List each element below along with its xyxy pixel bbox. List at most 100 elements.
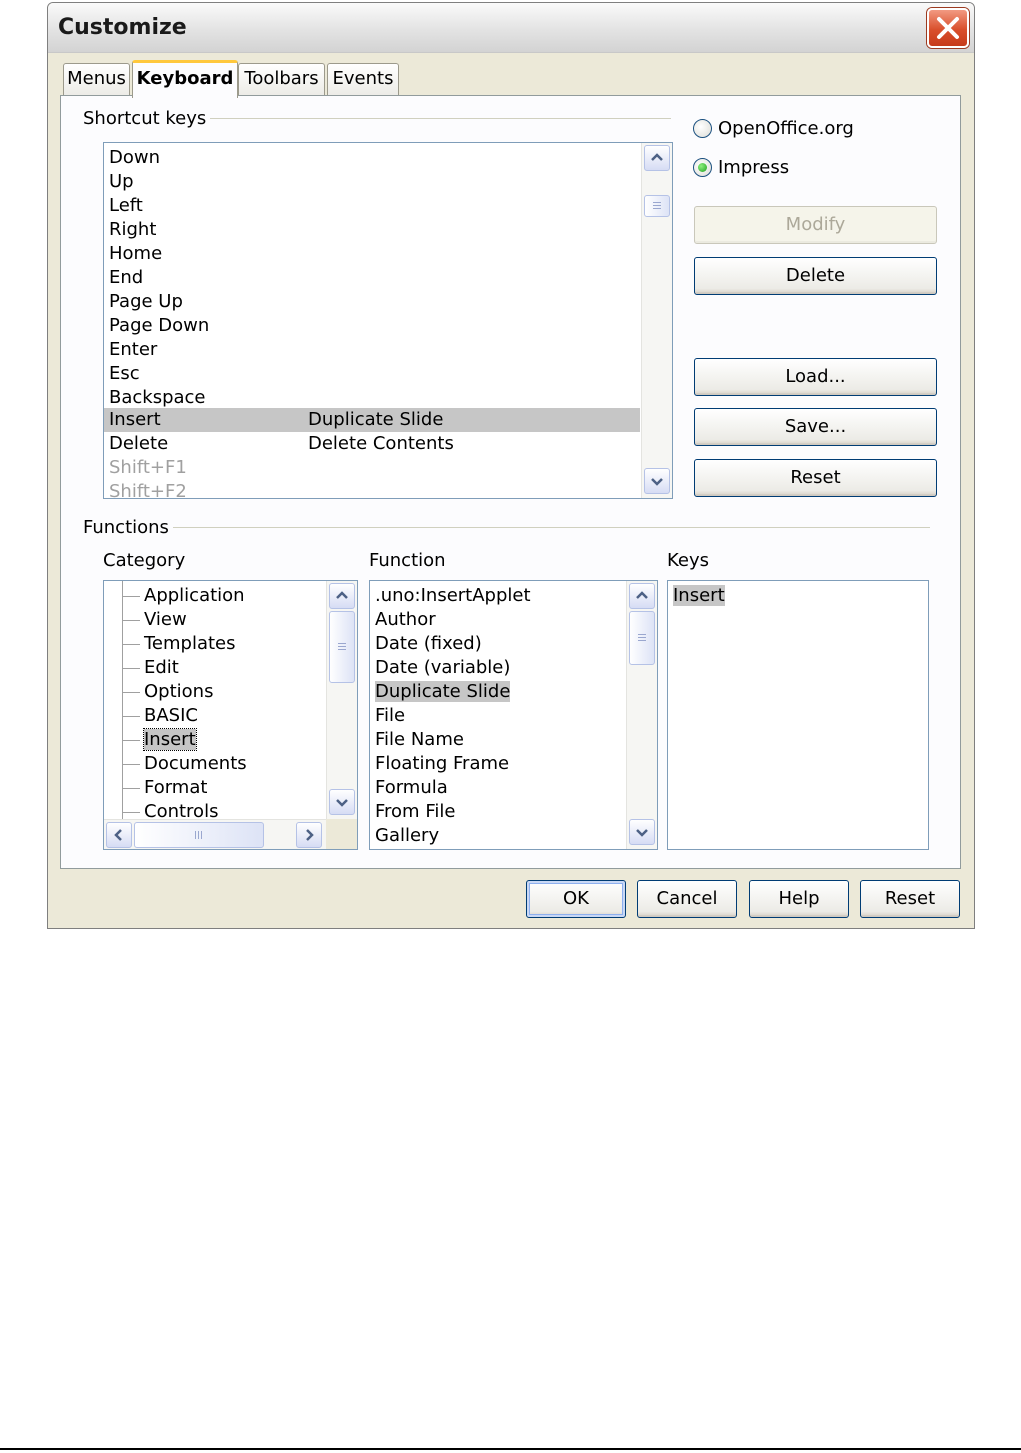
function-item[interactable]: From File	[375, 800, 455, 824]
category-item[interactable]: Options	[144, 680, 213, 704]
chevron-down-icon	[336, 799, 348, 807]
function-scrollbar[interactable]	[626, 581, 657, 849]
reset-button[interactable]: Reset	[860, 880, 960, 918]
title-bar: Customize	[48, 3, 974, 53]
scroll-up-button[interactable]	[644, 145, 670, 171]
impress-radio-label: Impress	[718, 157, 790, 178]
openoffice-radio[interactable]	[693, 119, 712, 138]
chevron-down-icon	[636, 829, 648, 837]
chevron-up-icon	[651, 153, 663, 161]
shortcut-row[interactable]: Home	[104, 242, 640, 266]
category-label: Category	[103, 550, 186, 571]
scroll-thumb[interactable]	[629, 611, 655, 665]
customize-dialog: Customize Menus Keyboard Toolbars Events…	[47, 2, 975, 929]
shortcut-row[interactable]: Delete Delete Contents	[104, 432, 640, 456]
category-hscrollbar[interactable]	[104, 819, 326, 849]
chevron-right-icon	[306, 829, 314, 841]
scroll-up-button[interactable]	[629, 583, 655, 609]
shortcut-function: Duplicate Slide	[308, 409, 444, 430]
category-item[interactable]: Application	[144, 584, 245, 608]
category-item[interactable]: Format	[144, 776, 207, 800]
shortcut-row[interactable]: Backspace	[104, 386, 640, 410]
function-item[interactable]: Date (fixed)	[375, 632, 482, 656]
shortcut-row[interactable]: End	[104, 266, 640, 290]
impress-radio[interactable]	[693, 158, 712, 177]
function-list[interactable]: .uno:InsertApplet Author Date (fixed) Da…	[369, 580, 658, 850]
shortcut-keys-scrollbar[interactable]	[641, 143, 672, 498]
category-tree[interactable]: Application View Templates Edit Options …	[103, 580, 358, 850]
help-button[interactable]: Help	[749, 880, 849, 918]
keyboard-tab-panel: Shortcut keys Down Up Left Right Home En…	[60, 95, 961, 869]
shortcut-key: Right	[109, 219, 157, 240]
shortcut-row[interactable]: Shift+F2	[104, 480, 640, 499]
shortcut-row[interactable]: Page Up	[104, 290, 640, 314]
category-item[interactable]: View	[144, 608, 187, 632]
category-scrollbar[interactable]	[326, 581, 357, 819]
tab-keyboard[interactable]: Keyboard	[132, 60, 238, 98]
scroll-down-button[interactable]	[629, 819, 655, 845]
shortcut-row[interactable]: Left	[104, 194, 640, 218]
chevron-left-icon	[114, 829, 122, 841]
shortcut-key: Insert	[109, 409, 161, 430]
shortcut-key: Esc	[109, 363, 140, 384]
modify-button[interactable]: Modify	[694, 206, 937, 244]
scroll-thumb[interactable]	[329, 611, 355, 683]
shortcut-key: End	[109, 267, 144, 288]
shortcut-key: Home	[109, 243, 163, 264]
chevron-up-icon	[636, 591, 648, 599]
shortcut-row[interactable]: Enter	[104, 338, 640, 362]
load-button[interactable]: Load...	[694, 358, 937, 396]
category-item[interactable]: Documents	[144, 752, 247, 776]
dialog-title: Customize	[58, 15, 187, 40]
shortcut-row[interactable]: Down	[104, 146, 640, 170]
save-button[interactable]: Save...	[694, 408, 937, 446]
functions-divider	[173, 527, 930, 528]
function-item[interactable]: File Name	[375, 728, 464, 752]
shortcut-keys-list[interactable]: Down Up Left Right Home End Page Up Page…	[103, 142, 673, 499]
category-item[interactable]: BASIC	[144, 704, 198, 728]
shortcut-row[interactable]: Page Down	[104, 314, 640, 338]
shortcut-key: Backspace	[109, 387, 206, 408]
shortcut-key: Enter	[109, 339, 158, 360]
function-item[interactable]: Date (variable)	[375, 656, 510, 680]
shortcut-key: Down	[109, 147, 161, 168]
shortcut-row[interactable]: Esc	[104, 362, 640, 386]
functions-label: Functions	[83, 517, 173, 538]
category-item-selected[interactable]: Insert	[143, 728, 197, 752]
tab-events[interactable]: Events	[327, 63, 399, 96]
scroll-down-button[interactable]	[329, 789, 355, 815]
function-item[interactable]: Author	[375, 608, 436, 632]
shortcut-row[interactable]: Right	[104, 218, 640, 242]
scroll-right-button[interactable]	[296, 822, 322, 848]
function-item[interactable]: File	[375, 704, 405, 728]
shortcut-row-selected[interactable]: Insert Duplicate Slide	[104, 408, 640, 432]
keys-item[interactable]: Insert	[673, 584, 725, 608]
function-item[interactable]: Floating Frame	[375, 752, 509, 776]
reset-keys-button[interactable]: Reset	[694, 459, 937, 497]
scroll-thumb[interactable]	[134, 822, 264, 848]
shortcut-row[interactable]: Up	[104, 170, 640, 194]
function-label: Function	[369, 550, 446, 571]
ok-button[interactable]: OK	[526, 880, 626, 918]
keys-label: Keys	[667, 550, 710, 571]
tab-toolbars[interactable]: Toolbars	[238, 63, 325, 96]
keys-list[interactable]: Insert	[667, 580, 929, 850]
shortcut-row[interactable]: Shift+F1	[104, 456, 640, 480]
delete-button[interactable]: Delete	[694, 257, 937, 295]
scroll-up-button[interactable]	[329, 583, 355, 609]
scroll-thumb[interactable]	[644, 195, 670, 217]
function-item[interactable]: Formula	[375, 776, 448, 800]
close-button[interactable]	[927, 8, 969, 48]
scroll-down-button[interactable]	[644, 468, 670, 494]
category-item[interactable]: Templates	[144, 632, 236, 656]
shortcut-key: Shift+F2	[109, 481, 187, 499]
tab-menus[interactable]: Menus	[63, 63, 130, 96]
scroll-left-button[interactable]	[106, 822, 132, 848]
function-item[interactable]: Gallery	[375, 824, 439, 848]
function-item-selected[interactable]: Duplicate Slide	[375, 680, 511, 704]
category-item[interactable]: Edit	[144, 656, 179, 680]
shortcut-keys-label: Shortcut keys	[83, 108, 211, 129]
function-item[interactable]: .uno:InsertApplet	[375, 584, 531, 608]
chevron-up-icon	[336, 591, 348, 599]
cancel-button[interactable]: Cancel	[637, 880, 737, 918]
